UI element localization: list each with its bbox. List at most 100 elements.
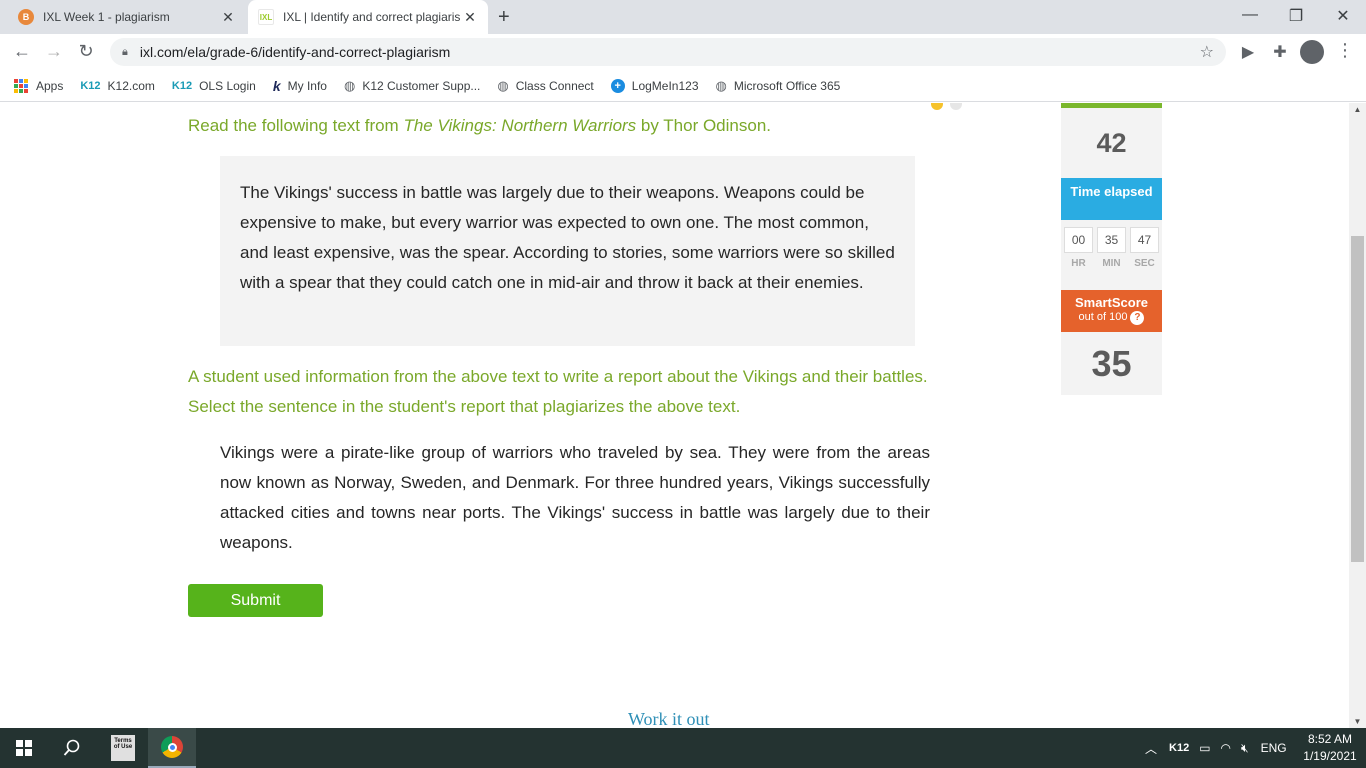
- windows-logo-icon: [16, 740, 32, 756]
- apps-grid-icon: [14, 78, 28, 93]
- k12-script-icon: k: [272, 77, 281, 94]
- close-icon[interactable]: ✕: [220, 9, 236, 26]
- bookmark-ols-login[interactable]: K12 OLS Login: [172, 79, 256, 93]
- url-text: ixl.com/ela/grade-6/identify-and-correct…: [139, 44, 451, 60]
- taskbar-chrome[interactable]: [148, 728, 196, 768]
- time-hours-value: 00: [1064, 227, 1093, 253]
- volume-muted-icon[interactable]: 🔇︎: [1241, 741, 1249, 756]
- scroll-up-icon[interactable]: ▲: [1349, 105, 1366, 114]
- bookmark-label: K12.com: [107, 78, 155, 93]
- work-it-out-heading: Work it out: [628, 709, 710, 728]
- time-seconds-unit: SEC: [1134, 258, 1155, 269]
- back-icon[interactable]: ←: [11, 41, 33, 62]
- wifi-icon[interactable]: ◠: [1221, 741, 1231, 755]
- system-tray: ︿ K12 ▭ ◠ 🔇︎ ENG: [1145, 728, 1287, 768]
- scrollbar-thumb[interactable]: [1351, 236, 1364, 562]
- magnifier-icon: [63, 739, 80, 756]
- reload-icon[interactable]: ↻: [75, 41, 97, 62]
- source-title: The Vikings: Northern Warriors: [403, 116, 637, 135]
- language-indicator[interactable]: ENG: [1261, 741, 1287, 755]
- tab-title: IXL | Identify and correct plagiaris: [283, 10, 461, 24]
- lock-icon: 🔒︎: [122, 45, 128, 58]
- tab-strip: B IXL Week 1 - plagiarism ✕ IXL IXL | Id…: [0, 0, 1366, 34]
- windows-taskbar: Terms of Use ︿ K12 ▭ ◠ 🔇︎ ENG 8:52 AM 1/…: [0, 728, 1366, 768]
- time-elapsed-label: Time elapsed: [1061, 178, 1162, 220]
- page-scrollbar[interactable]: ▲ ▼: [1349, 103, 1366, 728]
- forward-icon[interactable]: →: [43, 41, 65, 62]
- student-report: Vikings were a pirate-like group of warr…: [220, 438, 930, 558]
- media-icon[interactable]: ▶: [1238, 42, 1258, 62]
- time-elapsed-display: 00 HR 35 MIN 47 SEC: [1061, 220, 1162, 290]
- minimize-icon[interactable]: —: [1240, 6, 1260, 24]
- bookmark-logmein123[interactable]: + LogMeIn123: [610, 78, 699, 93]
- smartscore-subtitle: out of 100?: [1061, 310, 1162, 325]
- terms-of-use-icon: Terms of Use: [111, 735, 135, 761]
- bookmark-k12[interactable]: K12 K12.com: [80, 79, 155, 93]
- help-question-icon[interactable]: ?: [1130, 311, 1145, 325]
- chrome-icon: [161, 736, 183, 758]
- taskbar-clock[interactable]: 8:52 AM 1/19/2021: [1300, 731, 1360, 765]
- close-icon[interactable]: ✕: [462, 9, 478, 26]
- clock-date: 1/19/2021: [1303, 749, 1357, 763]
- search-icon[interactable]: [48, 728, 96, 768]
- bookmark-apps[interactable]: Apps: [14, 78, 64, 93]
- time-minutes-value: 35: [1097, 227, 1126, 253]
- tab-ixl-plagiarism[interactable]: IXL IXL | Identify and correct plagiaris…: [248, 0, 488, 34]
- globe-icon: ◍: [343, 77, 356, 93]
- k12-tray-icon[interactable]: K12: [1169, 742, 1189, 754]
- chevron-up-icon[interactable]: ︿: [1145, 740, 1157, 757]
- time-hours: 00 HR: [1064, 227, 1093, 290]
- progress-dot-icon: [931, 103, 943, 110]
- scroll-down-icon[interactable]: ▼: [1349, 717, 1366, 726]
- new-tab-icon[interactable]: +: [498, 6, 510, 29]
- score-sidebar: 42 Time elapsed 00 HR 35 MIN 47 SEC Smar…: [1061, 103, 1162, 395]
- page-content: Read the following text from The Vikings…: [0, 103, 1366, 728]
- time-minutes: 35 MIN: [1097, 227, 1126, 290]
- progress-dots: [931, 103, 962, 110]
- questions-answered-count: 42: [1061, 108, 1162, 178]
- tab-title: IXL Week 1 - plagiarism: [43, 10, 170, 24]
- time-minutes-unit: MIN: [1102, 258, 1121, 269]
- tab-favicon-icon: B: [18, 9, 34, 25]
- globe-icon: ◍: [715, 77, 727, 93]
- extensions-puzzle-icon[interactable]: ✚: [1270, 42, 1290, 62]
- smartscore-value: 35: [1061, 332, 1162, 395]
- bookmark-label: LogMeIn123: [631, 78, 699, 93]
- bookmark-label: OLS Login: [199, 78, 256, 93]
- bookmark-label: Apps: [36, 78, 64, 93]
- bookmark-label: Microsoft Office 365: [733, 78, 841, 93]
- bookmarks-bar: Apps K12 K12.com K12 OLS Login k My Info…: [0, 70, 1366, 102]
- bookmark-star-icon[interactable]: ☆: [1200, 42, 1214, 62]
- windows-start-icon[interactable]: [0, 728, 48, 768]
- k12-icon: K12: [80, 79, 101, 92]
- menu-kebab-icon[interactable]: ⋮: [1336, 40, 1354, 61]
- clock-time: 8:52 AM: [1307, 732, 1353, 746]
- ixl-favicon-icon: IXL: [258, 9, 274, 25]
- browser-toolbar: ← → ↻ 🔒︎ ixl.com/ela/grade-6/identify-an…: [0, 34, 1366, 70]
- restore-icon[interactable]: ❐: [1286, 6, 1306, 26]
- window-close-icon[interactable]: ✕: [1333, 6, 1353, 26]
- plus-icon: +: [610, 78, 625, 93]
- profile-avatar-icon[interactable]: [1300, 40, 1324, 64]
- bookmark-k12-customer-support[interactable]: ◍ K12 Customer Supp...: [344, 78, 480, 94]
- smartscore-title: SmartScore: [1075, 295, 1148, 310]
- prompt-suffix: by Thor Odinson.: [636, 116, 772, 135]
- question-instruction: A student used information from the abov…: [188, 367, 928, 416]
- bookmark-office-365[interactable]: ◍ Microsoft Office 365: [716, 78, 841, 94]
- smartscore-label: SmartScore out of 100?: [1061, 290, 1162, 332]
- globe-icon: ◍: [497, 77, 509, 93]
- taskbar-terms-of-use[interactable]: Terms of Use: [99, 728, 147, 768]
- time-hours-unit: HR: [1071, 258, 1086, 269]
- bookmark-class-connect[interactable]: ◍ Class Connect: [497, 78, 593, 94]
- bookmark-label: My Info: [287, 78, 327, 93]
- submit-button[interactable]: Submit: [188, 584, 323, 617]
- bookmark-my-info[interactable]: k My Info: [273, 78, 327, 94]
- k12-icon: K12: [171, 79, 193, 92]
- battery-icon[interactable]: ▭: [1199, 741, 1210, 755]
- progress-dot-icon: [950, 103, 962, 110]
- question-prompt: Read the following text from The Vikings…: [188, 116, 771, 136]
- address-bar[interactable]: 🔒︎ ixl.com/ela/grade-6/identify-and-corr…: [110, 38, 1226, 66]
- report-sentence[interactable]: Vikings were a pirate-like group of warr…: [220, 443, 722, 462]
- prompt-prefix: Read the following text from: [188, 116, 404, 135]
- tab-ixl-week-1[interactable]: B IXL Week 1 - plagiarism ✕: [8, 0, 246, 34]
